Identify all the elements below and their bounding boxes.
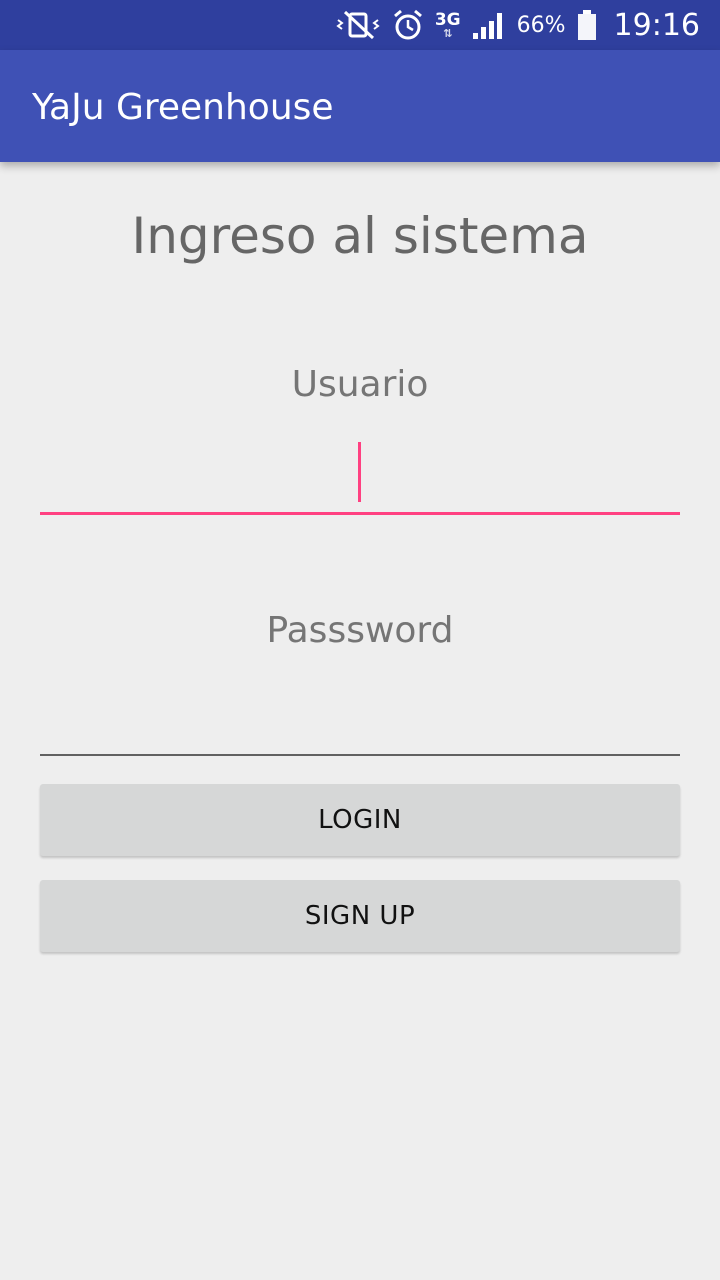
app-bar: YaJu Greenhouse	[0, 50, 720, 162]
network-3g-icon: 3G ⇅	[434, 9, 461, 40]
text-cursor	[358, 442, 361, 502]
battery-percent: 66%	[516, 12, 566, 38]
login-button[interactable]: LOGIN	[40, 784, 680, 856]
password-hint: Passsword	[266, 610, 454, 651]
signup-button[interactable]: SIGN UP	[40, 880, 680, 952]
status-icons: 3G ⇅ 66% 19:16	[335, 0, 700, 50]
alarm-icon	[391, 8, 425, 42]
app-title: YaJu Greenhouse	[32, 87, 334, 128]
clock: 19:16	[613, 7, 700, 43]
battery-icon	[576, 9, 598, 41]
username-field[interactable]	[40, 432, 680, 515]
network-type-label: 3G	[434, 9, 461, 30]
status-bar: 3G ⇅ 66% 19:16	[0, 0, 720, 50]
vibrate-mute-icon	[335, 10, 381, 40]
signal-icon	[471, 9, 507, 41]
page-title: Ingreso al sistema	[131, 207, 589, 265]
password-field[interactable]	[40, 680, 680, 756]
network-arrows-icon: ⇅	[443, 26, 453, 40]
username-hint: Usuario	[291, 364, 429, 405]
